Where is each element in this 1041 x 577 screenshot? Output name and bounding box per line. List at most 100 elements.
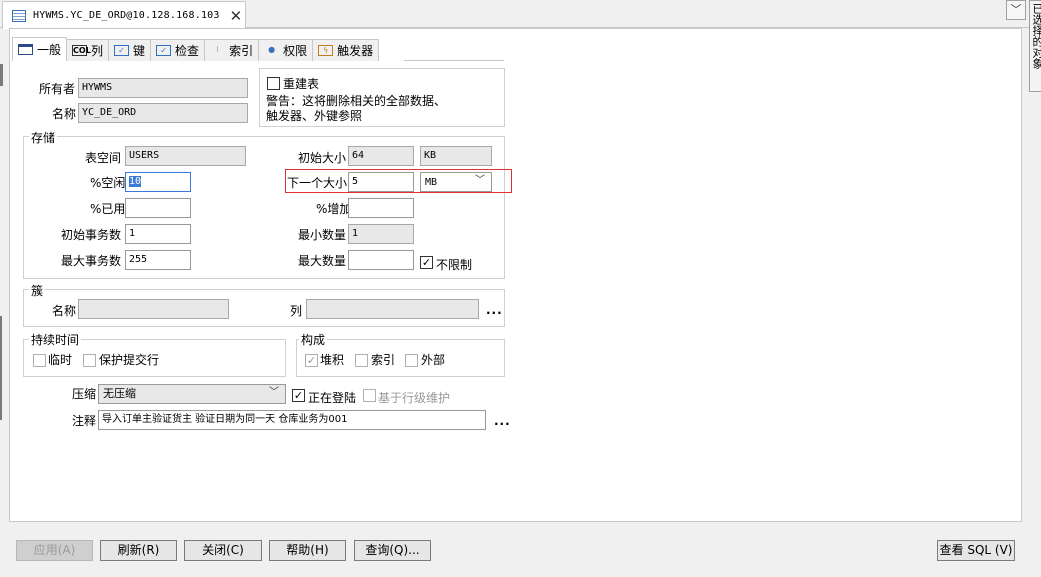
minextents-field[interactable]: 1 (348, 224, 414, 244)
privilege-icon: ● (268, 45, 276, 54)
compress-select[interactable]: 无压缩 ﹀ (98, 384, 286, 404)
heap-checkbox[interactable]: ✓ (305, 354, 318, 367)
row-level-label: 基于行级维护 (378, 391, 451, 405)
table-name-field[interactable]: YC_DE_ORD (78, 103, 248, 123)
tab-privileges[interactable]: ● 权限 (258, 39, 314, 61)
owner-field[interactable]: HYWMS (78, 78, 248, 98)
preserve-rows-checkbox[interactable] (83, 354, 96, 367)
tab-label: 触发器 (337, 44, 374, 58)
index-organized-label: 索引 (371, 353, 396, 367)
compress-label: 压缩 (72, 387, 97, 401)
document-tab[interactable]: HYWMS.YC_DE_ORD@10.128.168.103 ✕ (2, 1, 246, 29)
next-size-unit-value: MB (425, 177, 438, 188)
cluster-column-field[interactable] (306, 299, 479, 319)
next-size-label: 下一个大小 (287, 176, 348, 190)
initrans-field[interactable]: 1 (125, 224, 191, 244)
rebuild-table-checkbox[interactable] (267, 77, 280, 90)
preserve-rows-label: 保护提交行 (99, 353, 160, 367)
tab-label: 索引 (229, 44, 254, 58)
maxextents-field[interactable] (348, 250, 414, 270)
pctfree-label: %空闲 (90, 176, 126, 190)
pctfree-field[interactable]: 10 (125, 172, 191, 192)
warning-text-line2: 触发器、外键参照 (266, 109, 363, 123)
table-icon (12, 9, 26, 22)
index-icon: ⁝ (216, 45, 219, 54)
logging-label: 正在登陆 (308, 391, 357, 405)
chevron-down-icon: ﹀ (269, 387, 279, 398)
tab-label: 一般 (37, 43, 62, 57)
tablespace-field[interactable]: USERS (125, 146, 246, 166)
left-panel-edge (0, 316, 2, 420)
general-icon (18, 44, 33, 55)
tab-label: 检查 (175, 44, 200, 58)
external-checkbox[interactable] (405, 354, 418, 367)
tab-indexes[interactable]: ⁝ 索引 (204, 39, 260, 61)
query-button[interactable]: 查询(Q)... (354, 540, 431, 561)
next-size-field[interactable]: 5 (348, 172, 414, 192)
left-panel-edge (0, 64, 3, 86)
chevron-down-icon: ﹀ (475, 175, 485, 186)
organization-group-title: 构成 (299, 331, 328, 348)
close-button[interactable]: 关闭(C) (184, 540, 262, 561)
storage-group-title: 存储 (29, 129, 58, 146)
tablespace-label: 表空间 (85, 151, 122, 165)
name-label: 名称 (52, 107, 77, 121)
rebuild-table-label: 重建表 (283, 77, 320, 91)
tab-baseline (404, 60, 504, 61)
tab-label: 权限 (283, 44, 308, 58)
temporary-label: 临时 (48, 353, 73, 367)
logging-checkbox[interactable]: ✓ (292, 389, 305, 402)
pctused-field[interactable] (125, 198, 191, 218)
row-level-checkbox[interactable] (363, 389, 376, 402)
unlimited-checkbox[interactable]: ✓ (420, 256, 433, 269)
unlimited-label: 不限制 (436, 258, 473, 272)
cluster-column-browse-button[interactable]: ... (486, 303, 503, 317)
help-button[interactable]: 帮助(H) (269, 540, 346, 561)
initrans-label: 初始事务数 (61, 228, 122, 242)
index-organized-checkbox[interactable] (355, 354, 368, 367)
cluster-column-label: 列 (290, 304, 303, 318)
apply-button[interactable]: 应用(A) (16, 540, 93, 561)
comment-field[interactable]: 导入订单主验证货主 验证日期为同一天 仓库业务为001 (98, 410, 486, 430)
external-label: 外部 (421, 353, 446, 367)
comment-label: 注释 (72, 414, 97, 428)
pctused-label: %已用 (90, 202, 126, 216)
heap-label: 堆积 (320, 353, 345, 367)
check-icon: ✓ (156, 45, 172, 56)
compress-value: 无压缩 (103, 387, 136, 400)
pctincrease-label: %增加 (316, 202, 352, 216)
tab-general[interactable]: 一般 (12, 37, 68, 61)
tab-columns[interactable]: COL 列 (66, 39, 110, 61)
cluster-name-label: 名称 (52, 304, 77, 318)
close-icon[interactable]: ✕ (230, 7, 243, 25)
trigger-icon: ϟ (318, 45, 334, 56)
cluster-group-title: 簇 (29, 282, 46, 299)
tab-label: 列 (91, 44, 104, 58)
cluster-name-field[interactable] (78, 299, 229, 319)
owner-label: 所有者 (39, 82, 76, 96)
view-sql-button[interactable]: 查看 SQL (V) (937, 540, 1015, 561)
column-icon: COL (72, 45, 91, 56)
selected-objects-side-tab[interactable]: 已选择的对象 (1029, 0, 1041, 92)
refresh-button[interactable]: 刷新(R) (100, 540, 177, 561)
temporary-checkbox[interactable] (33, 354, 46, 367)
side-tab-label: 已选择的对象 (1031, 3, 1041, 69)
initial-size-label: 初始大小 (298, 151, 347, 165)
pctincrease-field[interactable] (348, 198, 414, 218)
document-tab-title: HYWMS.YC_DE_ORD@10.128.168.103 (33, 10, 220, 21)
maxtrans-field[interactable]: 255 (125, 250, 191, 270)
initial-size-field[interactable]: 64 (348, 146, 414, 166)
maxtrans-label: 最大事务数 (61, 254, 122, 268)
initial-size-unit-field: KB (420, 146, 492, 166)
comment-browse-button[interactable]: ... (494, 414, 511, 428)
tab-list-dropdown-button[interactable]: ﹀ (1006, 0, 1026, 20)
property-tabs: 一般 COL 列 ✓ 键 ✓ 检查 ⁝ 索引 ● 权限 ϟ 触发器 (12, 37, 380, 61)
tab-checks[interactable]: ✓ 检查 (150, 39, 206, 61)
duration-group-title: 持续时间 (29, 331, 82, 348)
tab-triggers[interactable]: ϟ 触发器 (312, 39, 380, 61)
tab-keys[interactable]: ✓ 键 (108, 39, 152, 61)
minextents-label: 最小数量 (298, 228, 347, 242)
next-size-unit-select[interactable]: MB ﹀ (420, 172, 492, 192)
key-icon: ✓ (114, 45, 130, 56)
maxextents-label: 最大数量 (298, 254, 347, 268)
